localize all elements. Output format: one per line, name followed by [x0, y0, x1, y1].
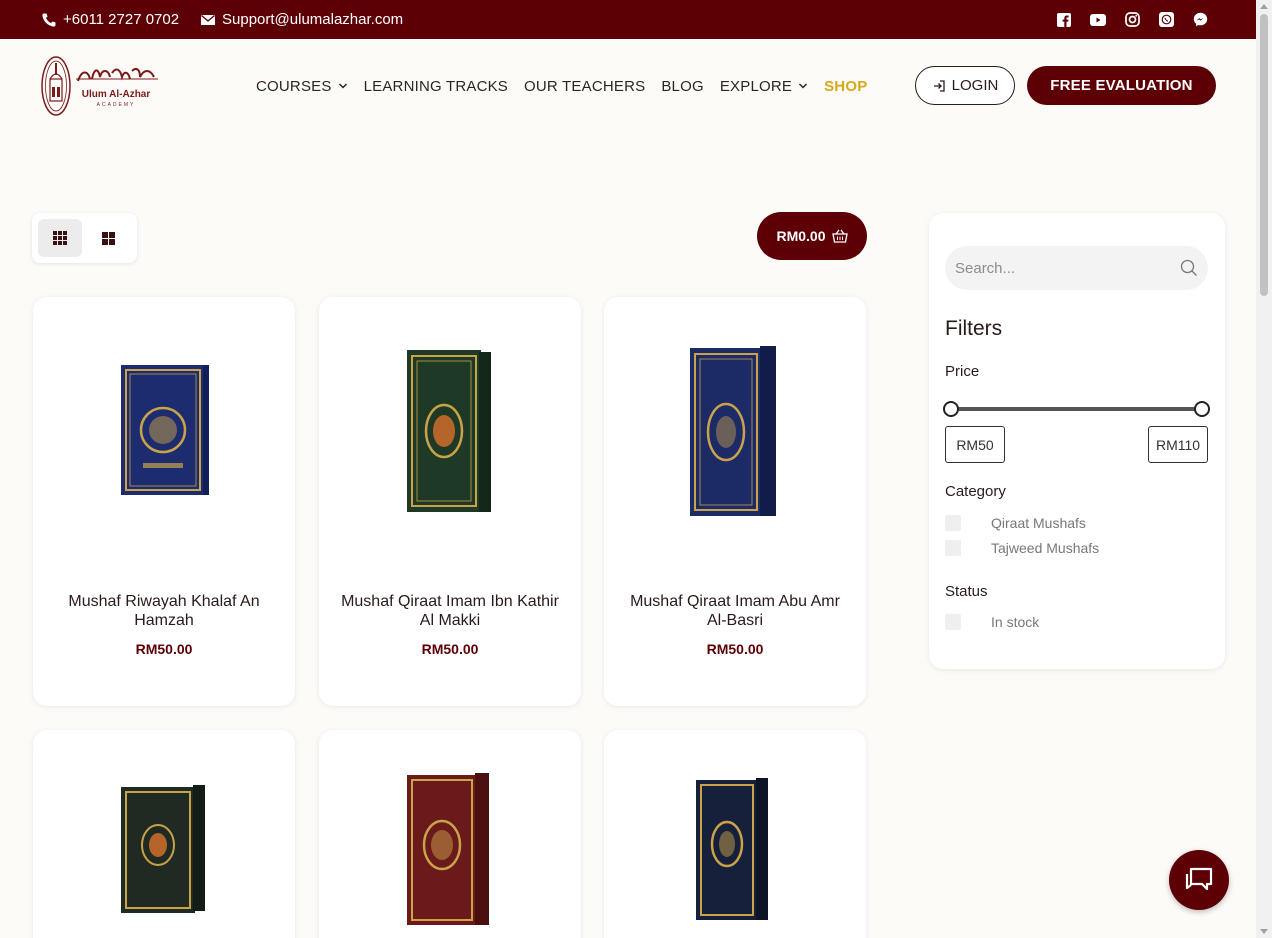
price-min-handle[interactable]: [943, 401, 959, 417]
product-image[interactable]: [33, 297, 295, 567]
status-option-in-stock[interactable]: In stock: [945, 614, 1039, 630]
checkbox[interactable]: [945, 515, 961, 531]
category-heading: Category: [945, 483, 1006, 500]
mushaf-cover-image: [696, 777, 768, 920]
checkbox[interactable]: [945, 614, 961, 630]
price-range-track[interactable]: [951, 407, 1202, 411]
phone-icon: [41, 12, 57, 28]
product-title[interactable]: Mushaf Qiraat Imam Abu Amr Al-Basri: [624, 592, 846, 630]
site-logo[interactable]: Ulum Al-Azhar ACADEMY: [40, 55, 160, 117]
nav-explore[interactable]: EXPLORE: [720, 78, 808, 95]
price-heading: Price: [945, 363, 980, 380]
status-heading: Status: [945, 583, 988, 600]
social-links: [1056, 0, 1208, 39]
nav-explore-label: EXPLORE: [719, 77, 793, 95]
nav-shop-label: SHOP: [824, 77, 868, 95]
mushaf-cover-image: [407, 349, 491, 512]
product-card[interactable]: Mushaf Riwayah Khalaf An Hamzah RM50.00: [33, 297, 295, 706]
logo-name: Ulum Al-Azhar: [82, 89, 151, 100]
nav-blog-label: BLOG: [661, 77, 704, 95]
main-nav: COURSES LEARNING TRACKS OUR TEACHERS BLO…: [256, 72, 883, 100]
chevron-down-icon: [799, 83, 808, 89]
product-image[interactable]: [33, 730, 295, 938]
instagram-icon[interactable]: [1124, 12, 1140, 28]
search-box: [945, 246, 1208, 290]
grid-3-view-button[interactable]: [38, 219, 82, 257]
grid-3-icon: [53, 231, 67, 245]
nav-shop[interactable]: SHOP: [824, 78, 867, 95]
product-card[interactable]: [33, 730, 295, 938]
nav-courses-label: COURSES: [256, 77, 332, 95]
search-icon[interactable]: [1180, 259, 1198, 277]
page-scrollbar[interactable]: [1256, 0, 1272, 938]
product-title[interactable]: Mushaf Qiraat Imam Ibn Kathir Al Makki: [339, 592, 561, 630]
product-price: RM50.00: [706, 641, 764, 657]
email-contact[interactable]: Support@ulumalazhar.com: [200, 0, 403, 39]
product-title[interactable]: Mushaf Riwayah Khalaf An Hamzah: [53, 592, 275, 630]
login-icon: [933, 79, 945, 92]
chat-button[interactable]: [1169, 850, 1229, 910]
grid-2-view-button[interactable]: [86, 219, 130, 257]
nav-learning-tracks[interactable]: LEARNING TRACKS: [364, 78, 508, 95]
status-label: In stock: [991, 614, 1040, 630]
youtube-icon[interactable]: [1090, 12, 1106, 28]
category-option-tajweed[interactable]: Tajweed Mushafs: [945, 540, 1099, 556]
price-max-handle[interactable]: [1194, 401, 1210, 417]
mail-icon: [200, 12, 216, 28]
product-card[interactable]: [319, 730, 581, 938]
price-min-input[interactable]: RM50: [945, 426, 1005, 463]
nav-our-teachers-label: OUR TEACHERS: [524, 77, 646, 95]
view-toggle: [32, 213, 137, 263]
category-label: Tajweed Mushafs: [991, 540, 1100, 556]
cart-button[interactable]: RM0.00: [757, 212, 867, 260]
product-image[interactable]: [604, 730, 866, 938]
logo-emblem: Ulum Al-Azhar ACADEMY: [41, 56, 158, 116]
product-card[interactable]: Mushaf Qiraat Imam Ibn Kathir Al Makki R…: [319, 297, 581, 706]
price-max-input[interactable]: RM110: [1148, 426, 1208, 463]
nav-courses[interactable]: COURSES: [256, 78, 348, 95]
whatsapp-icon[interactable]: [1158, 12, 1174, 28]
mushaf-cover-image: [121, 785, 205, 913]
search-input[interactable]: [955, 259, 1180, 277]
login-label: LOGIN: [951, 77, 999, 94]
free-evaluation-button[interactable]: FREE EVALUATION: [1027, 66, 1216, 105]
product-price: RM50.00: [421, 641, 479, 657]
mushaf-cover-image: [690, 346, 776, 516]
basket-icon: [831, 229, 848, 243]
mushaf-cover-image: [407, 772, 489, 925]
chevron-down-icon: [338, 83, 347, 89]
checkbox[interactable]: [945, 540, 961, 556]
logo-subtitle: ACADEMY: [97, 102, 136, 108]
category-option-qiraat[interactable]: Qiraat Mushafs: [945, 515, 1086, 531]
free-evaluation-label: FREE EVALUATION: [1050, 77, 1193, 94]
nav-our-teachers[interactable]: OUR TEACHERS: [524, 78, 645, 95]
scroll-up-arrow-icon[interactable]: [1260, 4, 1268, 9]
email-address: Support@ulumalazhar.com: [222, 11, 404, 28]
product-card[interactable]: Mushaf Qiraat Imam Abu Amr Al-Basri RM50…: [604, 297, 866, 706]
chat-icon: [1185, 867, 1213, 891]
category-label: Qiraat Mushafs: [991, 515, 1086, 531]
filters-sidebar: Filters Price RM50 RM110 Category Qiraat…: [929, 213, 1225, 669]
phone-contact[interactable]: +6011 2727 0702: [41, 0, 179, 39]
messenger-icon[interactable]: [1192, 12, 1208, 28]
mushaf-cover-image: [121, 364, 209, 495]
product-image[interactable]: [604, 297, 866, 567]
scrollbar-thumb[interactable]: [1260, 14, 1268, 296]
scroll-down-arrow-icon[interactable]: [1260, 929, 1268, 934]
cart-total: RM0.00: [776, 228, 826, 244]
filters-heading: Filters: [945, 317, 1003, 340]
nav-blog[interactable]: BLOG: [661, 78, 703, 95]
product-price: RM50.00: [135, 641, 193, 657]
facebook-icon[interactable]: [1056, 12, 1072, 28]
top-contact-bar: +6011 2727 0702 Support@ulumalazhar.com: [0, 0, 1256, 39]
phone-number: +6011 2727 0702: [63, 11, 180, 28]
product-image[interactable]: [319, 730, 581, 938]
product-card[interactable]: [604, 730, 866, 938]
grid-2-icon: [101, 231, 115, 245]
login-button[interactable]: LOGIN: [915, 66, 1015, 105]
product-image[interactable]: [319, 297, 581, 567]
nav-learning-tracks-label: LEARNING TRACKS: [363, 77, 509, 95]
